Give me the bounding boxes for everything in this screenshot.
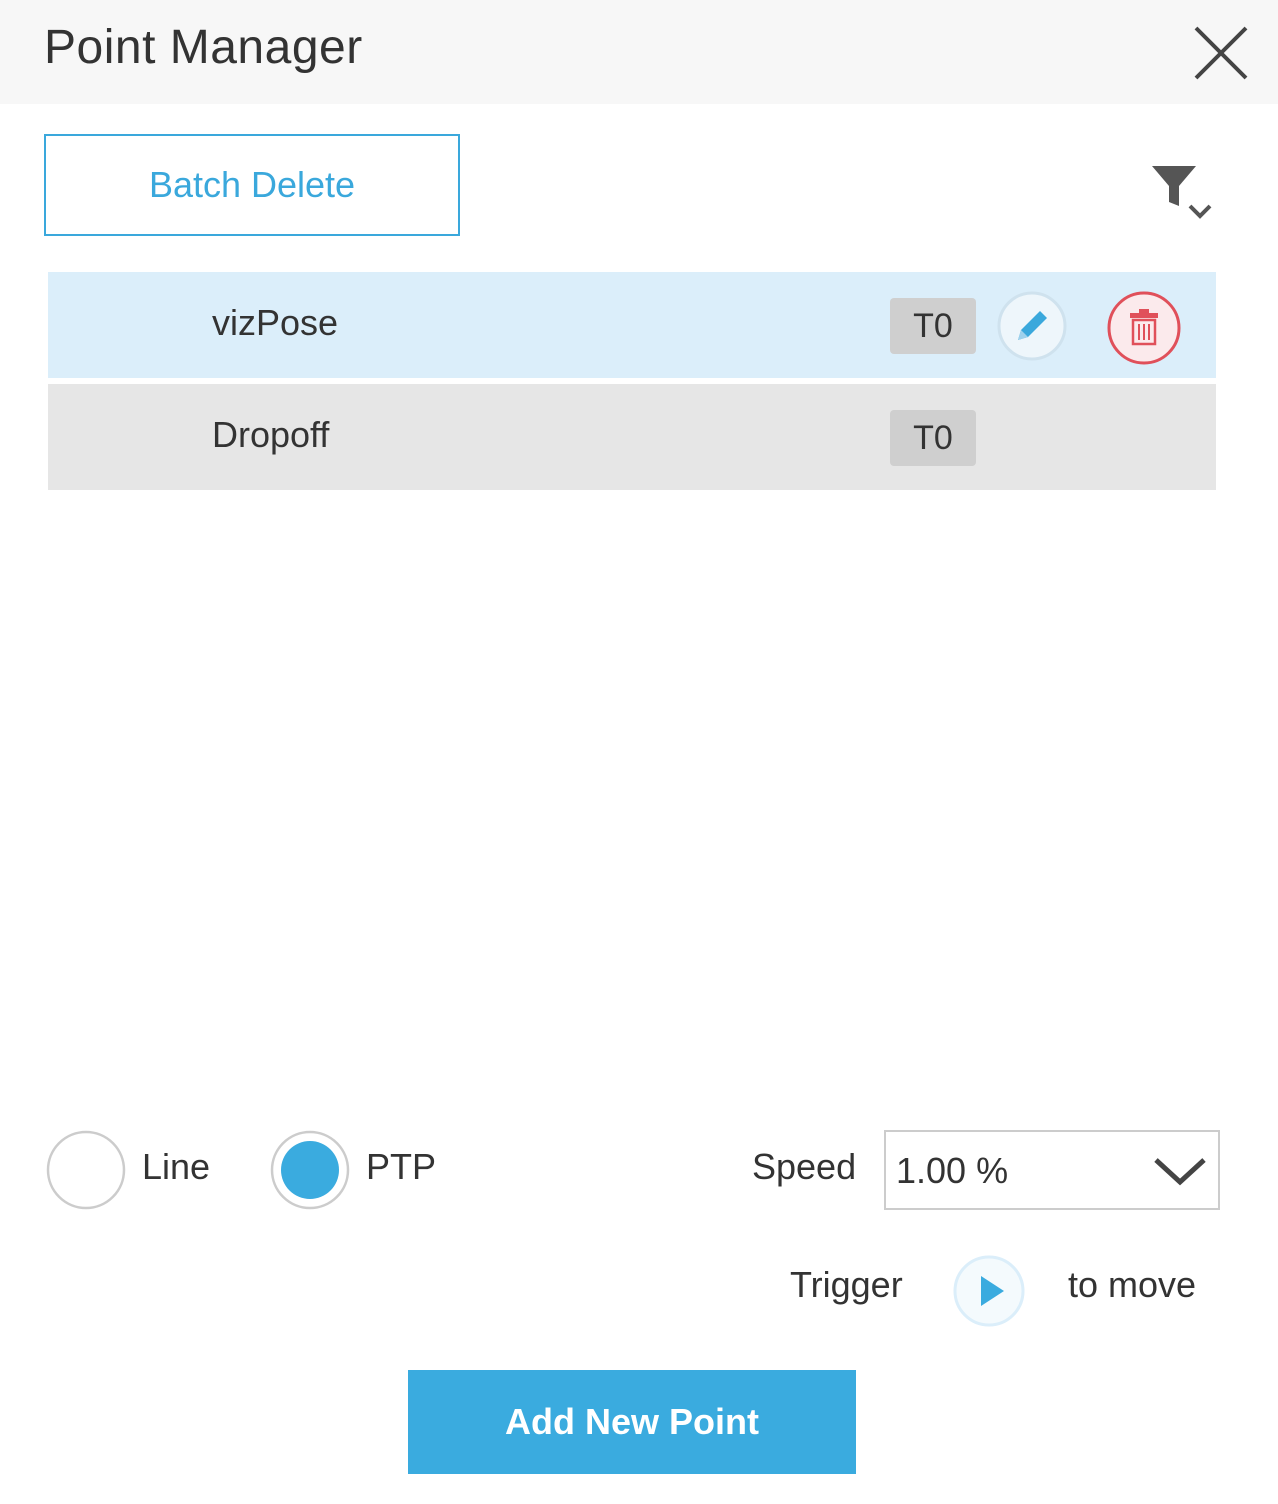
- add-new-point-button[interactable]: Add New Point: [408, 1370, 856, 1474]
- point-name: Dropoff: [212, 414, 330, 455]
- filter-button[interactable]: [1146, 158, 1222, 228]
- radio-unchecked-icon: [46, 1130, 126, 1210]
- filter-icon: [1152, 166, 1212, 219]
- speed-select[interactable]: 1.00 %: [884, 1130, 1220, 1210]
- tool-tag: T0: [890, 298, 976, 354]
- dialog-title: Point Manager: [44, 21, 363, 74]
- point-row-dropoff[interactable]: Dropoff T0: [48, 384, 1216, 490]
- radio-line[interactable]: [44, 1130, 128, 1210]
- title-bar: Point Manager: [0, 0, 1278, 104]
- play-icon: [953, 1255, 1025, 1327]
- trigger-label: Trigger: [790, 1264, 903, 1305]
- tool-tag: T0: [890, 410, 976, 466]
- trigger-suffix-label: to move: [1068, 1264, 1197, 1305]
- chevron-down-icon: [1154, 1158, 1206, 1186]
- radio-line-label: Line: [142, 1146, 211, 1187]
- radio-checked-icon: [270, 1130, 350, 1210]
- batch-delete-button[interactable]: Batch Delete: [44, 134, 460, 236]
- trash-icon: [1107, 291, 1181, 365]
- speed-value: 1.00 %: [896, 1150, 1009, 1191]
- close-icon: [1194, 26, 1248, 80]
- radio-ptp[interactable]: [268, 1130, 352, 1210]
- close-button[interactable]: [1186, 18, 1256, 88]
- pencil-icon: [997, 291, 1067, 361]
- speed-label: Speed: [752, 1146, 857, 1187]
- edit-point-button[interactable]: [996, 290, 1068, 362]
- point-row-vizpose[interactable]: vizPose T0: [48, 272, 1216, 378]
- trigger-move-button[interactable]: [952, 1254, 1026, 1328]
- delete-point-button[interactable]: [1106, 290, 1182, 366]
- point-name: vizPose: [212, 302, 339, 343]
- radio-ptp-label: PTP: [366, 1146, 437, 1187]
